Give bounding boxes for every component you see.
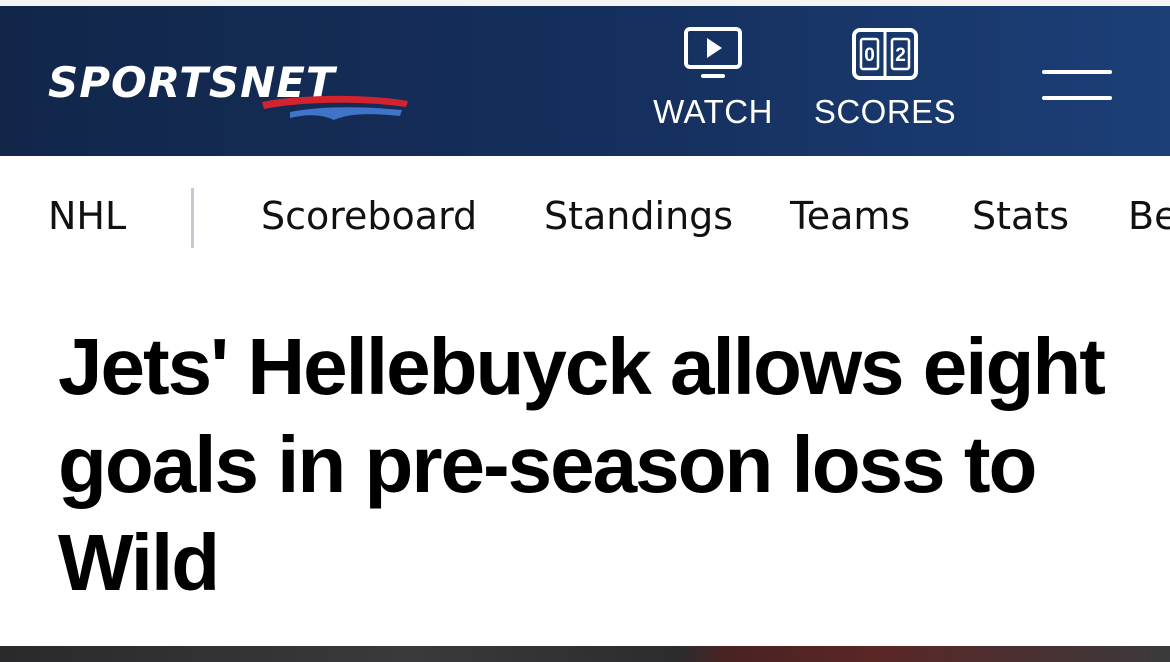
score-digit-right: 2	[895, 45, 906, 66]
tv-play-icon	[684, 27, 742, 78]
subnav-league-nhl[interactable]: NHL	[48, 192, 126, 240]
article-headline: Jets' Hellebuyck allows eight goals in p…	[58, 322, 1106, 607]
scores-label: SCORES	[813, 93, 957, 130]
subnav-item-stats[interactable]: Stats	[972, 192, 1069, 240]
subnav-divider	[191, 188, 194, 248]
sportsnet-logo[interactable]: SPORTSNET	[48, 58, 448, 128]
subnav-item-truncated[interactable]: Be	[1128, 192, 1170, 240]
hamburger-menu-icon[interactable]	[1030, 46, 1124, 116]
hero-image	[0, 646, 1170, 662]
scoreboard-icon: 0 2	[852, 28, 918, 80]
watch-button[interactable]: WATCH	[648, 26, 778, 146]
league-subnav: NHL Scoreboard Standings Teams Stats Be	[0, 156, 1170, 278]
site-header: SPORTSNET WATCH 0 2 SCORES	[0, 0, 1170, 156]
subnav-item-scoreboard[interactable]: Scoreboard	[261, 192, 477, 240]
logo-swoosh-icon	[262, 95, 408, 120]
watch-label: WATCH	[653, 93, 773, 130]
score-digit-left: 0	[864, 45, 875, 66]
subnav-item-standings[interactable]: Standings	[544, 192, 733, 240]
menu-line-bottom	[1042, 96, 1112, 100]
scores-button[interactable]: 0 2 SCORES	[812, 26, 958, 146]
menu-line-top	[1042, 70, 1112, 74]
subnav-item-teams[interactable]: Teams	[790, 192, 910, 240]
